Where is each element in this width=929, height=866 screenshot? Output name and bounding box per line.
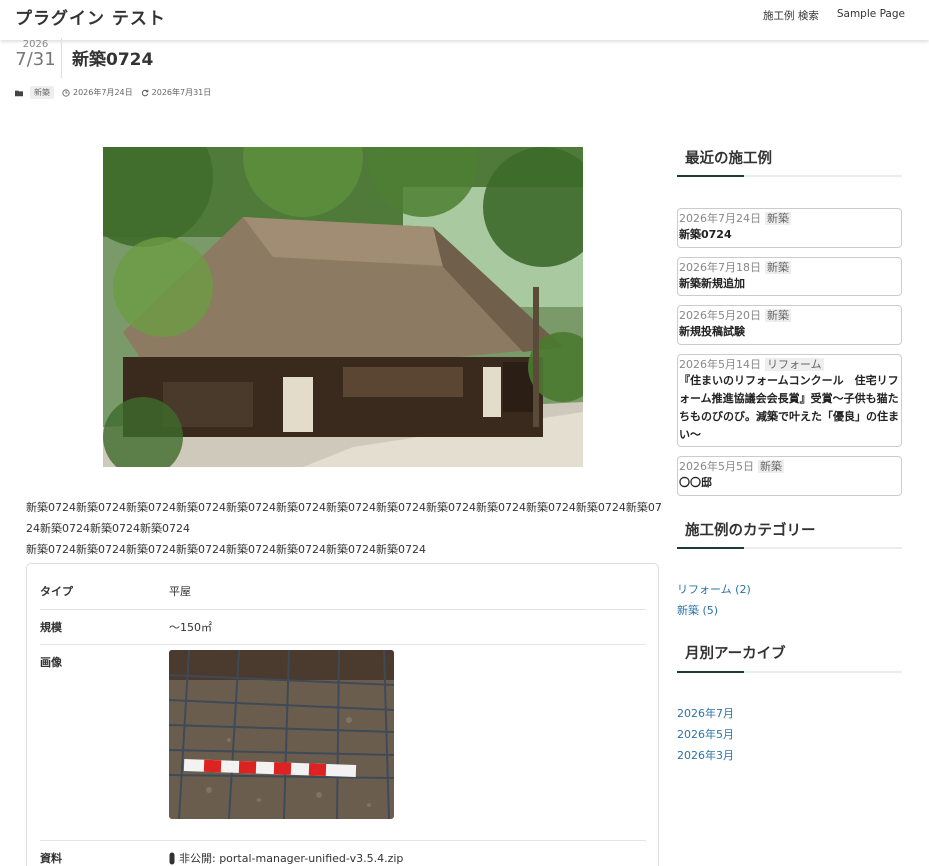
detail-row-scale: 規模 〜150㎡	[40, 610, 646, 645]
clock-icon	[62, 88, 70, 97]
published-date-text: 2026年7月24日	[73, 88, 133, 97]
post-category-badge[interactable]: 新築	[30, 86, 54, 99]
site-title[interactable]: プラグイン テスト	[15, 4, 166, 29]
recent-item-title[interactable]: 『住まいのリフォームコンクール 住宅リフォーム推進協議会会長賞』受賞〜子供も猫た…	[679, 372, 901, 444]
detail-type-label: タイプ	[40, 585, 73, 598]
post-body-line-1: 新築0724新築0724新築0724新築0724新築0724新築0724新築07…	[26, 501, 662, 535]
recent-item-category: 新築	[765, 212, 791, 225]
nav-item-search[interactable]: 施工例 検索	[763, 8, 819, 23]
post-month-day: 7/31	[15, 49, 56, 70]
recent-item-date: 2026年5月14日	[679, 358, 761, 371]
post-body: 新築0724新築0724新築0724新築0724新築0724新築0724新築07…	[26, 497, 666, 560]
recent-item[interactable]: 2026年5月20日 新築 新規投稿試験	[677, 305, 902, 345]
recent-widget-title: 最近の施工例	[685, 151, 772, 167]
detail-row-type: タイプ 平屋	[40, 574, 646, 610]
farmhouse-photo	[103, 147, 583, 467]
detail-type-value: 平屋	[169, 585, 191, 598]
post-body-line-2: 新築0724新築0724新築0724新築0724新築0724新築0724新築07…	[26, 543, 426, 556]
recent-item-date: 2026年5月5日	[679, 460, 754, 473]
main-nav: 施工例 検索 Sample Page	[763, 8, 905, 23]
post-meta: 新築 2026年7月24日 2026年7月31日	[15, 86, 219, 99]
archive-link[interactable]: 2026年5月	[677, 726, 734, 742]
recent-item-title[interactable]: 新規投稿試験	[679, 323, 901, 341]
recent-item-date: 2026年5月20日	[679, 309, 761, 322]
categories-widget-title: 施工例のカテゴリー	[685, 523, 816, 539]
archive-link[interactable]: 2026年3月	[677, 747, 734, 763]
recent-item-category: 新築	[765, 261, 791, 274]
details-card: タイプ 平屋 規模 〜150㎡ 画像 資料 非公開: portal-manage…	[26, 563, 659, 866]
recent-item-title[interactable]: 新築新規追加	[679, 275, 901, 293]
detail-image-label: 画像	[40, 656, 62, 669]
main-photo	[103, 147, 583, 467]
refresh-icon	[141, 89, 148, 96]
paperclip-icon	[169, 852, 175, 864]
categories-widget-underline	[677, 547, 902, 549]
detail-scale-value: 〜150㎡	[169, 621, 212, 634]
archive-widget-title: 月別アーカイブ	[685, 646, 786, 662]
detail-doc-label: 資料	[40, 852, 62, 865]
site-header: プラグイン テスト 施工例 検索 Sample Page	[0, 0, 929, 40]
updated-date: 2026年7月31日	[141, 87, 212, 98]
category-link-new-build[interactable]: 新築 (5)	[677, 602, 718, 618]
recent-item-title[interactable]: 〇〇邸	[679, 474, 901, 492]
recent-item-date: 2026年7月24日	[679, 212, 761, 225]
recent-item[interactable]: 2026年7月24日 新築 新築0724	[677, 208, 902, 248]
archive-widget-underline	[677, 671, 902, 673]
archive-link[interactable]: 2026年7月	[677, 705, 734, 721]
detail-scale-label: 規模	[40, 621, 62, 634]
updated-date-text: 2026年7月31日	[151, 88, 212, 97]
recent-item[interactable]: 2026年5月14日 リフォーム 『住まいのリフォームコンクール 住宅リフォーム推…	[677, 354, 902, 447]
recent-item-title[interactable]: 新築0724	[679, 226, 901, 244]
detail-row-image: 画像	[40, 645, 646, 841]
detail-row-document: 資料 非公開: portal-manager-unified-v3.5.4.zi…	[40, 841, 646, 866]
recent-item[interactable]: 2026年7月18日 新築 新築新規追加	[677, 257, 902, 296]
rebar-photo-image	[169, 650, 394, 819]
folder-icon	[15, 90, 23, 96]
nav-item-sample-page[interactable]: Sample Page	[837, 8, 905, 23]
rebar-photo[interactable]	[169, 650, 394, 819]
recent-item-category: 新築	[758, 460, 784, 473]
post-date-box: 2026 7/31	[10, 38, 62, 78]
detail-doc-text[interactable]: 非公開: portal-manager-unified-v3.5.4.zip	[179, 850, 403, 866]
category-link-reform[interactable]: リフォーム (2)	[677, 581, 751, 597]
recent-widget-underline	[677, 175, 902, 177]
recent-item-category: 新築	[765, 309, 791, 322]
recent-item-date: 2026年7月18日	[679, 261, 761, 274]
post-title: 新築0724	[72, 50, 154, 70]
published-date: 2026年7月24日	[62, 87, 133, 98]
detail-doc-value[interactable]: 非公開: portal-manager-unified-v3.5.4.zip	[169, 850, 403, 866]
recent-item[interactable]: 2026年5月5日 新築 〇〇邸	[677, 456, 902, 496]
recent-item-category: リフォーム	[765, 358, 824, 371]
